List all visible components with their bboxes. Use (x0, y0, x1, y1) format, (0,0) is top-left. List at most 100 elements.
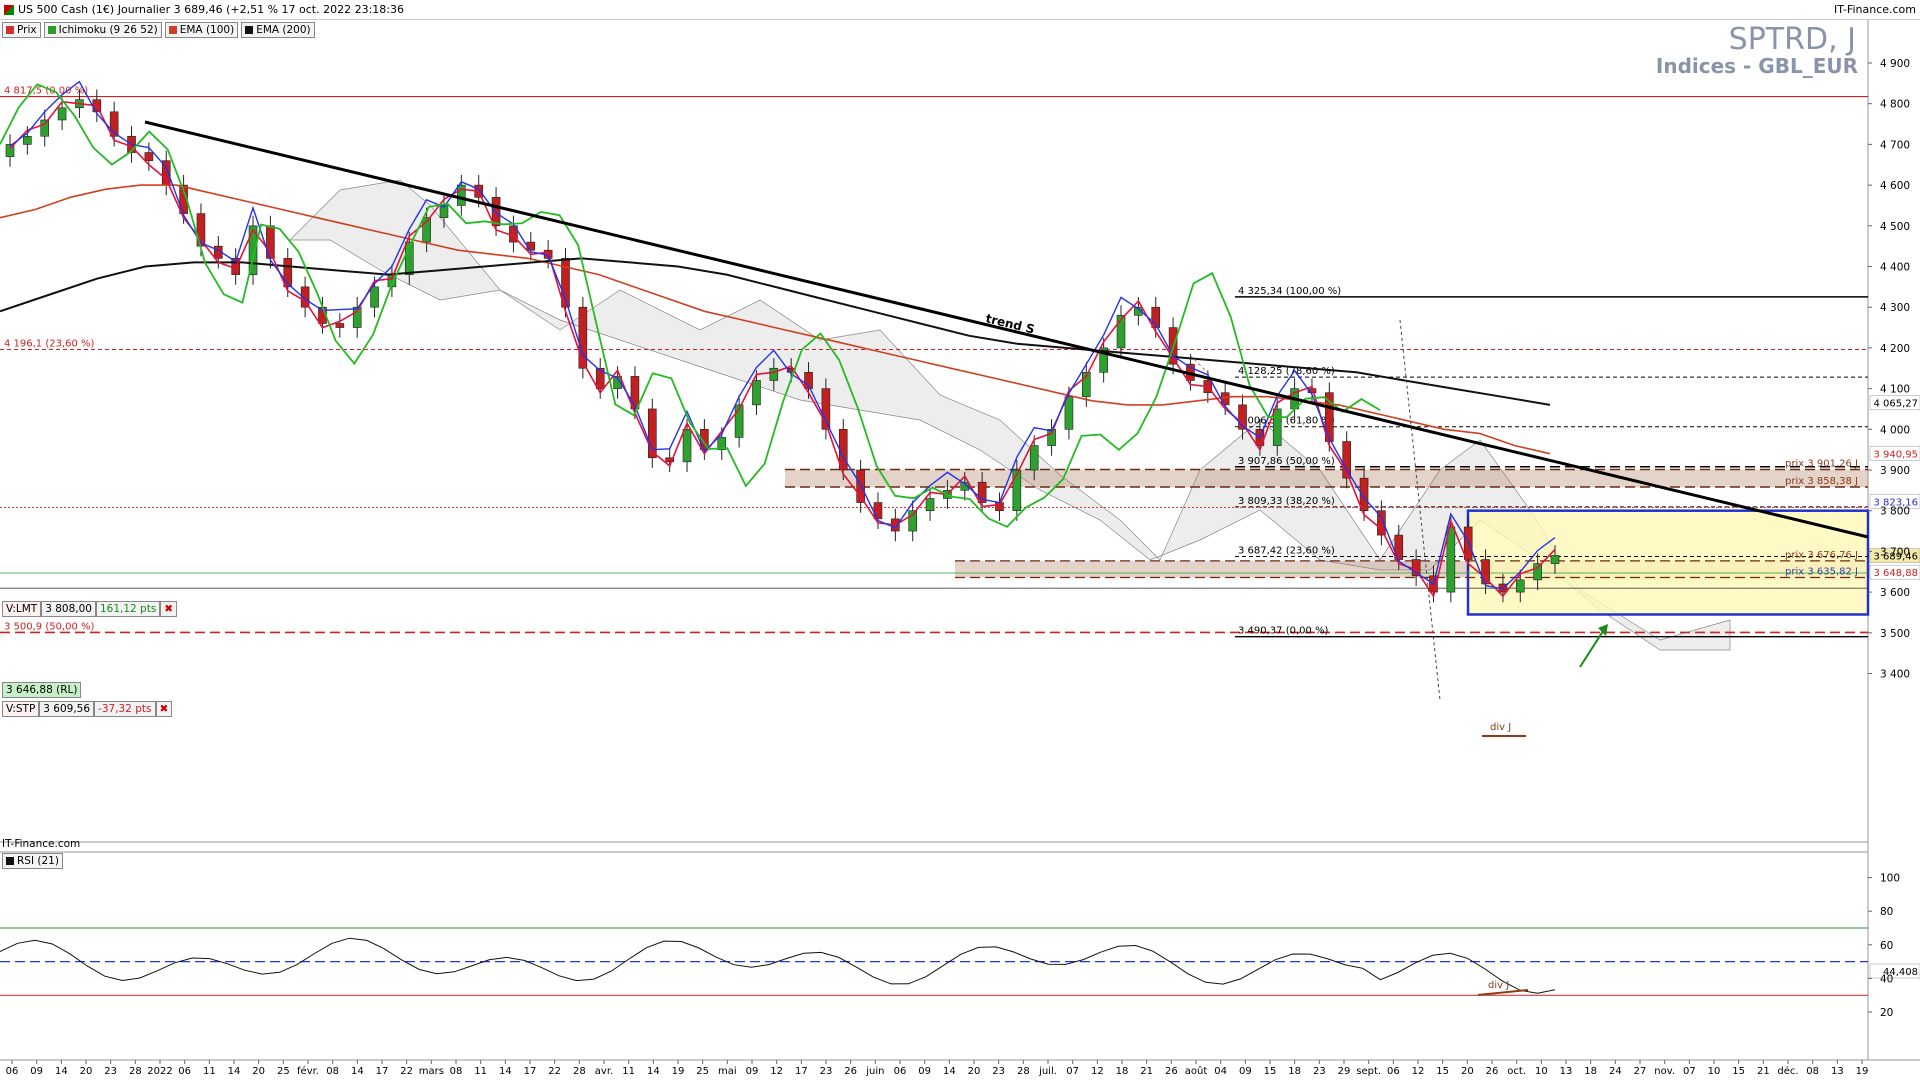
order-rl[interactable]: 3 646,88 (RL) (2, 682, 82, 698)
x-tick-label: 21 (1140, 1066, 1153, 1077)
x-tick-label: 14 (943, 1066, 956, 1077)
target-arrow (1579, 627, 1606, 668)
x-tick-label: 25 (277, 1066, 290, 1077)
candle-body (752, 380, 761, 406)
price-tag-label: 3 940,95 (1873, 449, 1918, 460)
x-tick-label: 09 (30, 1066, 43, 1077)
x-tick-label: juin (865, 1066, 884, 1077)
y-tick-label: 3 400 (1880, 669, 1910, 681)
x-tick-label: 22 (400, 1066, 413, 1077)
trend-label: trend S (984, 311, 1036, 336)
zone-label: prix 3 858,38 J (1785, 476, 1858, 487)
x-tick-label: 06 (6, 1066, 19, 1077)
x-tick-label: 17 (376, 1066, 389, 1077)
y-tick-label: 3 700 (1880, 546, 1910, 558)
x-tick-label: 28 (1017, 1066, 1030, 1077)
x-tick-label: mai (718, 1066, 737, 1077)
order-stop-label: V:STP (2, 701, 40, 717)
y-tick-label: 4 300 (1880, 302, 1910, 314)
candle-body (23, 135, 32, 145)
order-limit[interactable]: V:LMT 3 808,00 161,12 pts ✖ (2, 601, 178, 617)
x-tick-label: 08 (1806, 1066, 1819, 1077)
level-label: 3 687,42 (23,60 %) (1238, 546, 1335, 557)
candle-body (370, 286, 379, 308)
y-tick-label: 4 800 (1880, 99, 1910, 111)
x-tick-label: 29 (1338, 1066, 1351, 1077)
candle-body (335, 323, 345, 328)
candle-body (57, 107, 67, 121)
order-limit-price: 3 808,00 (41, 601, 96, 617)
panel-brand: IT-Finance.com (2, 838, 81, 850)
x-tick-label: 10 (1535, 1066, 1548, 1077)
level-label: 4 196,1 (23,60 %) (4, 338, 95, 349)
price-chart[interactable]: 4 817,5 (0,00 %)4 196,1 (23,60 %)3 500,9… (0, 0, 1920, 1080)
x-tick-label: 09 (918, 1066, 931, 1077)
rsi-legend[interactable]: RSI (21) (2, 853, 63, 869)
x-tick-label: 20 (252, 1066, 265, 1077)
candle-body (769, 367, 779, 381)
x-tick-label: 15 (1264, 1066, 1277, 1077)
x-tick-label: 09 (1239, 1066, 1252, 1077)
price-tag-label: 4 065,27 (1873, 399, 1918, 410)
level-label: 3 809,33 (38,20 %) (1238, 496, 1335, 507)
y-tick-label: 4 400 (1880, 262, 1910, 274)
x-tick-label: 26 (1486, 1066, 1499, 1077)
candle-body (1029, 445, 1039, 471)
x-tick-label: 20 (1461, 1066, 1474, 1077)
x-tick-label: 14 (499, 1066, 512, 1077)
x-tick-label: 14 (55, 1066, 68, 1077)
x-tick-label: août (1185, 1065, 1208, 1077)
candle-body (873, 502, 883, 520)
x-tick-label: 2022 (147, 1066, 172, 1077)
x-tick-label: oct. (1507, 1066, 1526, 1077)
candle-body (457, 184, 466, 206)
close-icon[interactable]: ✖ (160, 601, 178, 617)
x-tick-label: 25 (696, 1066, 709, 1077)
candle-body (682, 428, 692, 463)
x-tick-label: sept. (1356, 1066, 1381, 1077)
x-tick-label: 17 (795, 1066, 808, 1077)
level-label: 3 490,37 (0,00 %) (1238, 626, 1329, 637)
x-tick-label: 20 (968, 1066, 981, 1077)
x-tick-label: 08 (450, 1066, 463, 1077)
level-label: 3 907,86 (50,00 %) (1238, 456, 1335, 467)
chart-window: US 500 Cash (1€) Journalier 3 689,46 (+2… (0, 0, 1920, 1080)
rsi-tick-label: 40 (1880, 973, 1893, 985)
x-tick-label: 14 (647, 1066, 660, 1077)
x-tick-label: 13 (1831, 1066, 1844, 1077)
candle-body (925, 498, 935, 511)
y-tick-label: 4 100 (1880, 384, 1910, 396)
order-stop[interactable]: V:STP 3 609,56 -37,32 pts ✖ (2, 701, 173, 717)
candle-body (491, 197, 501, 227)
zone-label: prix 3 901,26 J (1785, 458, 1858, 469)
candle-body (1012, 469, 1022, 512)
order-limit-distance: 161,12 pts (95, 601, 161, 617)
x-tick-label: 04 (1214, 1066, 1227, 1077)
x-tick-label: 07 (1066, 1066, 1079, 1077)
x-tick-label: 14 (228, 1066, 241, 1077)
x-tick-label: 23 (992, 1066, 1005, 1077)
zone-label: prix 3 676,76 J (1785, 550, 1858, 561)
x-tick-label: 15 (1732, 1066, 1745, 1077)
rsi-tick-label: 20 (1880, 1007, 1893, 1019)
div-label: div J (1490, 722, 1511, 733)
x-tick-label: févr. (297, 1065, 319, 1077)
x-tick-label: 08 (326, 1066, 339, 1077)
x-tick-label: déc. (1777, 1065, 1798, 1077)
order-limit-label: V:LMT (2, 601, 42, 617)
close-icon[interactable]: ✖ (155, 701, 173, 717)
y-tick-label: 3 800 (1880, 506, 1910, 518)
y-tick-label: 3 600 (1880, 587, 1910, 599)
y-tick-label: 3 500 (1880, 628, 1910, 640)
order-rl-label: 3 646,88 (RL) (2, 682, 82, 698)
x-tick-label: 23 (820, 1066, 833, 1077)
x-tick-label: 20 (80, 1066, 93, 1077)
x-tick-label: 27 (1634, 1066, 1647, 1077)
candle-body (1550, 555, 1560, 564)
x-tick-label: 18 (1584, 1066, 1597, 1077)
rsi-div-label: div J (1488, 980, 1509, 991)
candle-body (630, 376, 640, 410)
candle-body (1064, 396, 1074, 430)
x-tick-label: nov. (1654, 1066, 1675, 1077)
x-tick-label: 21 (1757, 1066, 1770, 1077)
